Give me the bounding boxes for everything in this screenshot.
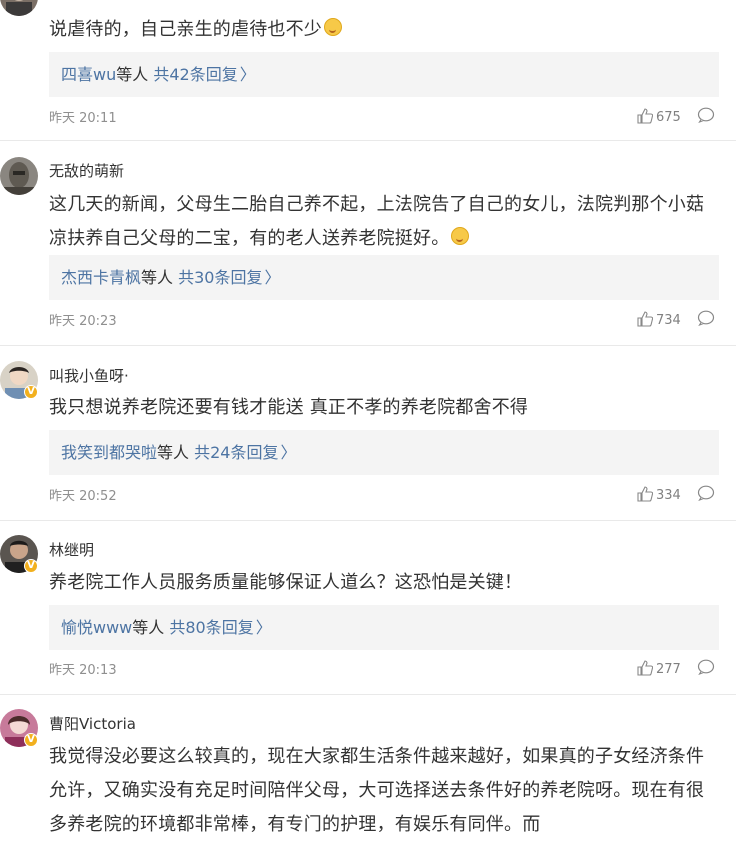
like-count: 277	[656, 662, 681, 677]
comment-feed: 说虐待的，自己亲生的虐待也不少 四喜wu等人 共42条回复〉 昨天 20:11 …	[0, 0, 736, 835]
like-count: 334	[656, 488, 681, 503]
thumbs-up-icon	[637, 660, 654, 676]
like-button[interactable]: 334	[637, 486, 681, 503]
chevron-right-icon: 〉	[264, 268, 281, 287]
username[interactable]: 无敌的萌新	[49, 160, 124, 181]
comment-divider	[0, 140, 736, 141]
verified-badge-icon: V	[24, 733, 38, 747]
avatar[interactable]	[0, 0, 38, 16]
like-button[interactable]: 675	[637, 108, 681, 125]
comment-time: 昨天 20:13	[49, 663, 117, 678]
like-button[interactable]: 734	[637, 311, 681, 328]
comment-bubble-icon	[697, 485, 715, 502]
comment-text: 我觉得没必要这么较真的，现在大家都生活条件越来越好，如果真的子女经济条件允许，又…	[49, 740, 721, 842]
comment-text: 我只想说养老院还要有钱才能送 真正不孝的养老院都舍不得	[49, 391, 721, 425]
thumbs-up-icon	[637, 486, 654, 502]
reply-users-link[interactable]: 杰西卡青枫	[61, 268, 141, 287]
verified-badge-icon: V	[24, 559, 38, 573]
comment-bubble-icon	[697, 107, 715, 124]
comment-text-content: 养老院工作人员服务质量能够保证人道么？这恐怕是关键！	[49, 572, 523, 593]
reply-button[interactable]	[697, 485, 715, 505]
replies-summary[interactable]: 四喜wu等人 共42条回复〉	[49, 52, 719, 97]
reply-count-link[interactable]: 共42条回复	[153, 65, 237, 84]
reply-users-suffix: 等人	[132, 618, 170, 637]
reply-users-suffix: 等人	[116, 65, 154, 84]
reply-users-link[interactable]: 四喜wu	[61, 65, 116, 84]
replies-summary[interactable]: 愉悦www等人 共80条回复〉	[49, 605, 719, 650]
like-count: 675	[656, 110, 681, 125]
reply-button[interactable]	[697, 310, 715, 330]
comment-time: 昨天 20:52	[49, 489, 117, 504]
thumbs-up-icon	[637, 311, 654, 327]
comment-text: 这几天的新闻，父母生二胎自己养不起，上法院告了自己的女儿，法院判那个小菇凉扶养自…	[49, 188, 721, 256]
like-button[interactable]: 277	[637, 660, 681, 677]
username[interactable]: 曹阳Victoria	[49, 713, 136, 734]
tongue-emoji-icon	[451, 227, 470, 245]
comment-text-content: 这几天的新闻，父母生二胎自己养不起，上法院告了自己的女儿，法院判那个小菇凉扶养自…	[49, 194, 705, 249]
comment-divider	[0, 345, 736, 346]
comment-text: 说虐待的，自己亲生的虐待也不少	[49, 13, 721, 47]
reply-button[interactable]	[697, 659, 715, 679]
comment-divider	[0, 520, 736, 521]
replies-summary[interactable]: 杰西卡青枫等人 共30条回复〉	[49, 255, 719, 300]
reply-count-link[interactable]: 共80条回复	[169, 618, 253, 637]
comment-time: 昨天 20:11	[49, 111, 117, 126]
reply-button[interactable]	[697, 107, 715, 127]
thumbs-up-icon	[637, 108, 654, 124]
reply-users-suffix: 等人	[157, 443, 195, 462]
comment-bubble-icon	[697, 310, 715, 327]
comment-text-content: 说虐待的，自己亲生的虐待也不少	[49, 19, 322, 40]
username[interactable]: 林继明	[49, 539, 94, 560]
username[interactable]: 叫我小鱼呀·	[49, 365, 129, 386]
replies-summary[interactable]: 我笑到都哭啦等人 共24条回复〉	[49, 430, 719, 475]
comment-time: 昨天 20:23	[49, 314, 117, 329]
like-count: 734	[656, 313, 681, 328]
chevron-right-icon: 〉	[280, 443, 297, 462]
reply-users-suffix: 等人	[141, 268, 179, 287]
reply-count-link[interactable]: 共30条回复	[178, 268, 262, 287]
reply-count-link[interactable]: 共24条回复	[194, 443, 278, 462]
comment-divider	[0, 694, 736, 695]
chevron-right-icon: 〉	[239, 65, 256, 84]
comment-bubble-icon	[697, 659, 715, 676]
avatar[interactable]	[0, 157, 38, 195]
comment-text: 养老院工作人员服务质量能够保证人道么？这恐怕是关键！	[49, 566, 721, 600]
comment-text-content: 我只想说养老院还要有钱才能送 真正不孝的养老院都舍不得	[49, 397, 529, 418]
reply-users-link[interactable]: 我笑到都哭啦	[61, 443, 157, 462]
smile-emoji-icon	[324, 18, 342, 36]
reply-users-link[interactable]: 愉悦www	[61, 618, 132, 637]
chevron-right-icon: 〉	[255, 618, 272, 637]
verified-badge-icon: V	[24, 385, 38, 399]
